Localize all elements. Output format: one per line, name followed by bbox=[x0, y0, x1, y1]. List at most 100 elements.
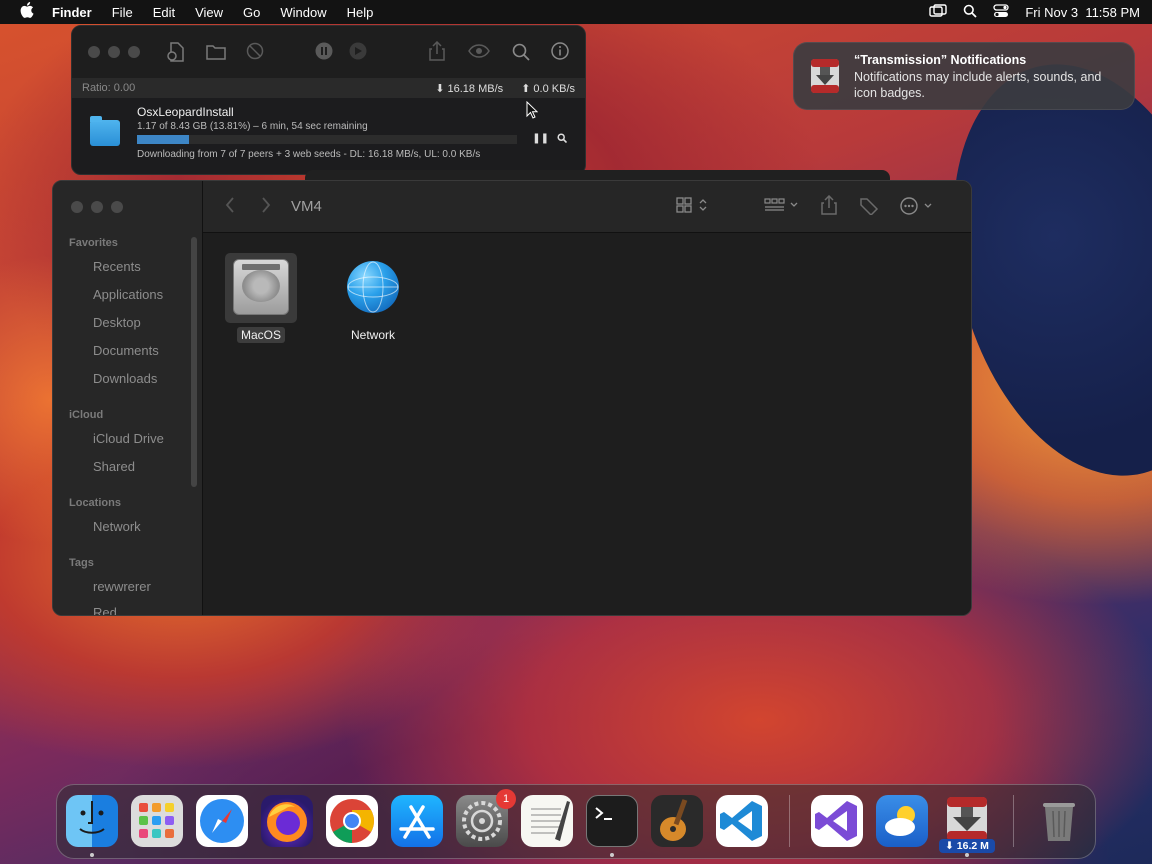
transmission-app-icon bbox=[808, 57, 842, 95]
torrent-name: OsxLeopardInstall bbox=[137, 105, 234, 119]
dock-separator bbox=[789, 795, 790, 847]
dock-trash-icon[interactable] bbox=[1033, 795, 1085, 847]
sidebar-header-tags: Tags bbox=[69, 557, 94, 569]
menu-app-name[interactable]: Finder bbox=[42, 5, 102, 20]
spotlight-search-icon[interactable] bbox=[963, 4, 977, 21]
window-controls bbox=[88, 46, 140, 58]
file-item-network[interactable]: Network bbox=[333, 253, 413, 344]
create-torrent-icon[interactable] bbox=[167, 42, 185, 67]
control-center-icon[interactable] bbox=[993, 3, 1010, 21]
dock-chrome-icon[interactable] bbox=[326, 795, 378, 847]
apple-menu-icon[interactable] bbox=[12, 2, 42, 22]
open-folder-icon[interactable] bbox=[206, 44, 226, 65]
finder-sidebar: Favorites Recents Applications Desktop D… bbox=[53, 181, 203, 615]
sidebar-header-favorites: Favorites bbox=[69, 237, 118, 249]
notification-title: “Transmission” Notifications bbox=[854, 53, 1027, 67]
menu-clock[interactable]: Fri Nov 3 11:58 PM bbox=[1025, 5, 1140, 20]
dock-launchpad-icon[interactable] bbox=[131, 795, 183, 847]
sidebar-item-tag-rewwrerer[interactable]: rewwrerer bbox=[93, 579, 151, 594]
sidebar-item-icloud-drive[interactable]: iCloud Drive bbox=[93, 431, 164, 446]
file-label: MacOS bbox=[236, 327, 285, 343]
menu-go[interactable]: Go bbox=[233, 5, 270, 20]
notification-badge: 1 bbox=[496, 789, 516, 809]
menu-bar: Finder File Edit View Go Window Help Fri… bbox=[0, 0, 1152, 24]
quick-look-icon[interactable] bbox=[468, 44, 490, 63]
dock-vscode-icon[interactable] bbox=[716, 795, 768, 847]
folder-icon bbox=[90, 116, 120, 146]
back-chevron-icon[interactable] bbox=[225, 197, 235, 218]
menu-view[interactable]: View bbox=[185, 5, 233, 20]
more-actions-icon[interactable] bbox=[900, 197, 936, 220]
finder-window-controls bbox=[71, 201, 123, 213]
torrent-progress-text: 1.17 of 8.43 GB (13.81%) – 6 min, 54 sec… bbox=[137, 121, 368, 132]
finder-toolbar: VM4 bbox=[203, 181, 971, 233]
dock-firefox-icon[interactable] bbox=[261, 795, 313, 847]
group-by-icon[interactable] bbox=[764, 197, 800, 218]
dock-transmission-icon[interactable]: ⬇ 16.2 M bbox=[939, 795, 995, 853]
running-indicator bbox=[610, 853, 614, 857]
transmission-window: Ratio: 0.00 ⬇ 16.18 MB/s ⬆ 0.0 KB/s OsxL… bbox=[71, 25, 586, 175]
finder-close-button[interactable] bbox=[71, 201, 83, 213]
sidebar-item-documents[interactable]: Documents bbox=[93, 343, 159, 358]
dock-finder-icon[interactable] bbox=[66, 795, 118, 847]
screen-mirroring-icon[interactable] bbox=[929, 3, 948, 21]
notification-banner[interactable]: “Transmission” Notifications Notificatio… bbox=[793, 42, 1135, 110]
minimize-button[interactable] bbox=[108, 46, 120, 58]
menu-edit[interactable]: Edit bbox=[143, 5, 185, 20]
inspector-info-icon[interactable] bbox=[551, 42, 569, 65]
dock-separator bbox=[1013, 795, 1014, 847]
sidebar-item-network[interactable]: Network bbox=[93, 519, 141, 534]
download-speed: ⬇ 16.18 MB/s bbox=[435, 82, 504, 95]
remove-icon[interactable] bbox=[246, 42, 264, 65]
dock: 1 ⬇ 16.2 M bbox=[56, 784, 1096, 859]
sidebar-item-tag-red[interactable]: Red bbox=[93, 605, 117, 615]
dock-visual-studio-icon[interactable] bbox=[811, 795, 863, 847]
forward-chevron-icon[interactable] bbox=[261, 197, 271, 218]
running-indicator bbox=[965, 853, 969, 857]
running-indicator bbox=[90, 853, 94, 857]
finder-zoom-button[interactable] bbox=[111, 201, 123, 213]
finder-minimize-button[interactable] bbox=[91, 201, 103, 213]
finder-window: Favorites Recents Applications Desktop D… bbox=[52, 180, 972, 616]
torrent-progress-fill bbox=[137, 135, 190, 144]
dock-app-store-icon[interactable] bbox=[391, 795, 443, 847]
sidebar-item-recents[interactable]: Recents bbox=[93, 259, 141, 274]
filter-search-icon[interactable] bbox=[512, 43, 530, 66]
dock-weather-icon[interactable] bbox=[876, 795, 928, 847]
tag-icon[interactable] bbox=[859, 197, 879, 220]
dock-terminal-icon[interactable] bbox=[586, 795, 638, 847]
download-speed-value: 16.18 MB/s bbox=[447, 82, 504, 95]
pause-all-icon[interactable] bbox=[315, 42, 333, 65]
zoom-button[interactable] bbox=[128, 46, 140, 58]
file-label: Network bbox=[350, 328, 395, 342]
ratio-label[interactable]: Ratio: 0.00 bbox=[82, 82, 135, 94]
window-title: VM4 bbox=[291, 198, 322, 215]
sidebar-item-applications[interactable]: Applications bbox=[93, 287, 163, 302]
sidebar-item-downloads[interactable]: Downloads bbox=[93, 371, 157, 386]
upload-speed-value: 0.0 KB/s bbox=[533, 82, 575, 95]
sidebar-header-icloud: iCloud bbox=[69, 409, 104, 421]
reveal-search-icon[interactable] bbox=[557, 133, 568, 146]
torrent-progress-bar bbox=[137, 135, 517, 144]
menu-help[interactable]: Help bbox=[337, 5, 384, 20]
dock-textedit-icon[interactable] bbox=[521, 795, 573, 847]
dock-system-settings-icon[interactable]: 1 bbox=[456, 789, 516, 847]
close-button[interactable] bbox=[88, 46, 100, 58]
share-toolbar-icon[interactable] bbox=[821, 194, 837, 220]
icon-view-grid-icon[interactable] bbox=[676, 197, 708, 218]
mouse-pointer-icon bbox=[526, 100, 539, 124]
menu-file[interactable]: File bbox=[102, 5, 143, 20]
file-item-macos[interactable]: MacOS bbox=[221, 253, 301, 344]
sidebar-item-desktop[interactable]: Desktop bbox=[93, 315, 141, 330]
resume-all-icon[interactable] bbox=[349, 42, 367, 65]
sidebar-item-shared[interactable]: Shared bbox=[93, 459, 135, 474]
sidebar-scrollbar[interactable] bbox=[191, 237, 197, 487]
share-icon[interactable] bbox=[429, 40, 445, 66]
menu-window[interactable]: Window bbox=[270, 5, 336, 20]
dock-safari-icon[interactable] bbox=[196, 795, 248, 847]
hard-disk-icon bbox=[225, 253, 297, 323]
pause-icon[interactable]: ❚❚ bbox=[532, 133, 549, 146]
dock-garageband-icon[interactable] bbox=[651, 795, 703, 847]
torrent-row[interactable]: OsxLeopardInstall 1.17 of 8.43 GB (13.81… bbox=[72, 100, 585, 172]
notification-body: Notifications may include alerts, sounds… bbox=[854, 70, 1102, 100]
